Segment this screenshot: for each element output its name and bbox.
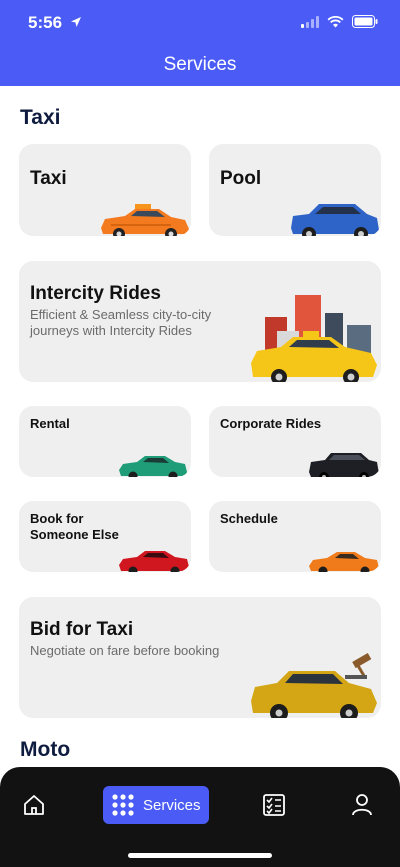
taxi-car-icon [101,204,189,236]
section-title-moto: Moto [20,738,71,761]
schedule-card[interactable]: Schedule [209,501,381,572]
status-icons [301,15,378,33]
rental-card-title: Rental [30,416,70,431]
app-header: 5:56 Services [0,0,400,86]
pool-card[interactable]: Pool [209,144,381,236]
bid-suv-gavel-illustration [251,653,377,718]
schedule-car-icon [309,552,379,572]
page-title: Services [163,54,237,75]
schedule-card-title: Schedule [220,511,278,526]
bottom-nav: Services [0,767,400,867]
book-for-card-title: Book for Someone Else [30,511,119,542]
corporate-rides-card[interactable]: Corporate Rides [209,406,381,477]
section-title-taxi: Taxi [20,106,61,129]
rental-card[interactable]: Rental [19,406,191,477]
wifi-icon [327,15,344,33]
intercity-card-title: Intercity Rides [30,283,161,304]
battery-icon [352,15,378,33]
intercity-rides-card[interactable]: Intercity Rides Efficient & Seamless cit… [19,261,381,382]
taxi-card[interactable]: Taxi [19,144,191,236]
taxi-card-title: Taxi [30,168,67,189]
corporate-suv-icon [309,453,379,477]
home-icon [24,795,44,815]
pool-suv-icon [291,204,379,236]
status-time: 5:56 [28,13,63,32]
profile-icon [352,794,372,816]
rental-car-icon [119,456,187,477]
nav-profile[interactable] [351,793,373,822]
location-arrow-icon [70,15,82,33]
book-for-car-icon [119,551,189,572]
bid-card-subtitle: Negotiate on fare before booking [30,643,220,658]
bid-card-title: Bid for Taxi [30,619,134,640]
nav-services-label: Services [143,796,201,814]
corporate-card-title: Corporate Rides [220,416,322,431]
services-grid-icon [112,794,134,816]
nav-home[interactable] [22,793,46,822]
bid-for-taxi-card[interactable]: Bid for Taxi Negotiate on fare before bo… [19,597,381,718]
checklist-icon [263,794,285,816]
pool-card-title: Pool [220,168,262,189]
signal-icon [301,15,319,33]
nav-services[interactable]: Services [103,786,209,824]
home-indicator [128,853,272,858]
nav-bookings[interactable] [262,793,286,822]
book-for-someone-card[interactable]: Book for Someone Else [19,501,191,572]
intercity-card-subtitle: Efficient & Seamless city-to-city journe… [30,307,212,338]
city-taxi-illustration [251,295,377,382]
